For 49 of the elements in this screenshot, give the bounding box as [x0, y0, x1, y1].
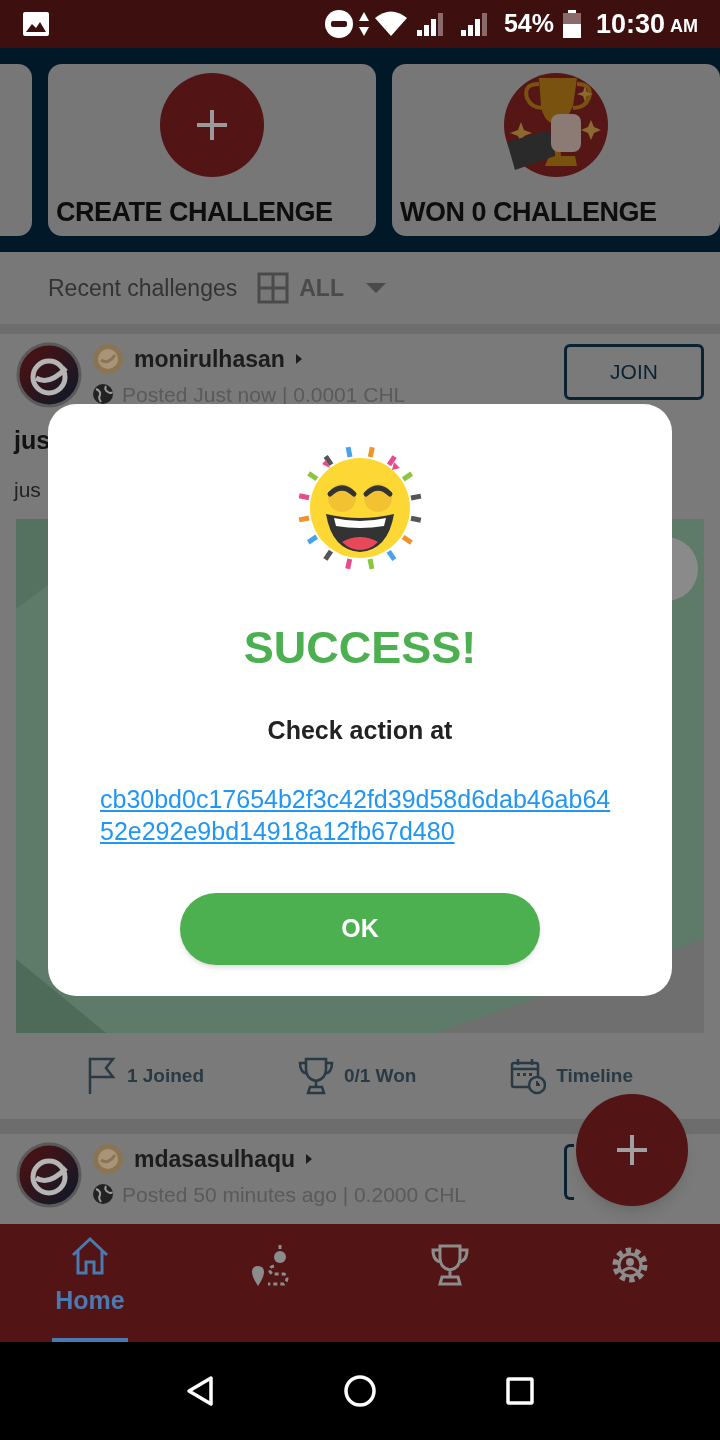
- post-title: jus: [12, 425, 52, 456]
- trophy-icon: [297, 1057, 334, 1095]
- card-title: CREATE CHALLENGE: [55, 196, 333, 229]
- coin-badge-icon: [92, 1143, 124, 1176]
- transaction-link[interactable]: cb30bd0c17654b2f3c42fd39d58d6dab46ab6452e292e9bd14918a12fb67d480: [100, 783, 620, 847]
- username[interactable]: monirulhasan: [134, 342, 285, 377]
- grid-icon: [257, 272, 290, 304]
- clock-time: 10:30: [595, 7, 665, 41]
- plus-icon: [159, 72, 265, 178]
- join-button[interactable]: [564, 1144, 574, 1200]
- signal-icon: [459, 11, 488, 37]
- caret-icon: [294, 353, 303, 366]
- stat-label: 0/1 Won: [343, 1063, 417, 1088]
- dropdown-caret-icon: [365, 282, 386, 294]
- home-icon: [70, 1236, 110, 1276]
- join-button[interactable]: JOIN: [564, 344, 704, 400]
- route-icon: [250, 1244, 290, 1288]
- wifi-icon: [373, 11, 408, 37]
- success-title: SUCCESS!: [243, 621, 477, 675]
- data-arrows-icon: [357, 11, 370, 37]
- do-not-disturb-icon: [323, 9, 354, 39]
- signal-icon: [415, 11, 444, 37]
- globe-icon: [92, 1183, 114, 1206]
- post-text: jus: [12, 476, 42, 503]
- dialog-message: Check action at: [267, 714, 453, 746]
- caret-icon: [305, 1153, 314, 1166]
- flag-icon: [86, 1057, 117, 1095]
- avatar-icon: [16, 342, 82, 408]
- calendar-clock-icon: [510, 1057, 547, 1095]
- battery-percentage: 54%: [503, 8, 554, 40]
- ok-button[interactable]: OK: [180, 893, 540, 965]
- plus-icon: [615, 1133, 649, 1167]
- trophy-icon: [430, 1244, 470, 1286]
- username[interactable]: mdasasulhaqu: [134, 1142, 296, 1177]
- avatar-icon: [16, 1142, 82, 1208]
- globe-icon: [92, 383, 114, 406]
- recents-icon[interactable]: [506, 1377, 534, 1405]
- stat-label: Timeline: [556, 1063, 634, 1088]
- back-icon[interactable]: [186, 1375, 214, 1407]
- challenge-card[interactable]: CREATE CHALLENGE: [48, 64, 376, 236]
- challenge-card[interactable]: WON 0 CHALLENGE: [392, 64, 720, 236]
- battery-icon: [561, 9, 582, 39]
- gallery-icon: [22, 11, 50, 37]
- coin-badge-icon: [92, 343, 124, 376]
- home-button-icon[interactable]: [344, 1375, 376, 1407]
- section-title: Recent challenges: [48, 273, 238, 303]
- card-title: WON 0 CHALLENGE: [399, 196, 657, 229]
- clock-suffix: AM: [670, 15, 698, 38]
- stat-label: 1 Joined: [126, 1063, 204, 1088]
